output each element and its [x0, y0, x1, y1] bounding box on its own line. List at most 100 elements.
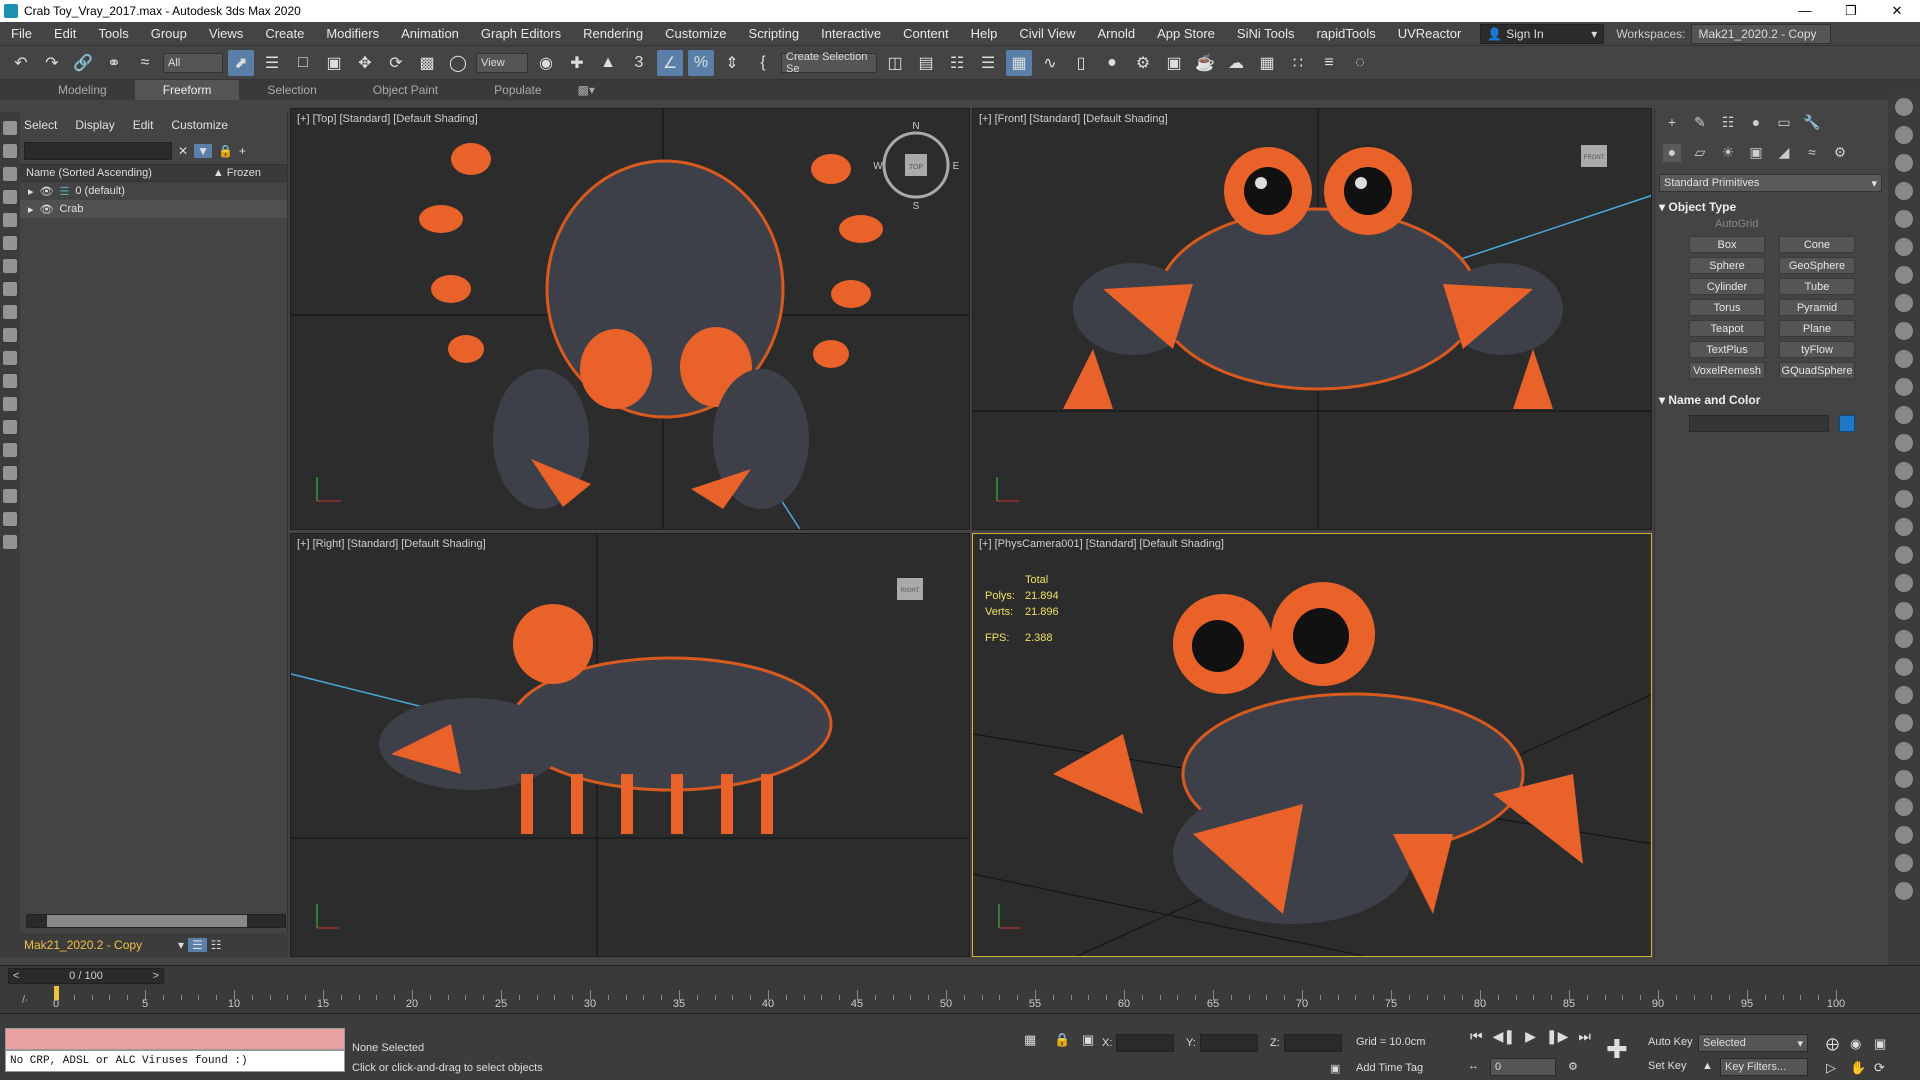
auto-key-button[interactable]: Auto Key	[1648, 1036, 1693, 1048]
curve-editor-icon[interactable]: ∿	[1037, 50, 1063, 76]
name-color-rollout[interactable]: ▾ Name and Color	[1659, 393, 1882, 407]
modify-tab-icon[interactable]: ✎	[1691, 114, 1709, 132]
cameras-icon[interactable]: ▣	[1747, 144, 1765, 162]
pan-icon[interactable]: ✋	[1850, 1060, 1866, 1076]
z-input[interactable]	[1283, 1034, 1342, 1052]
display-groups-icon[interactable]	[3, 282, 17, 296]
go-to-start-icon[interactable]: ⏮	[1470, 1028, 1483, 1045]
render-in-cloud-icon[interactable]: ☁	[1223, 50, 1249, 76]
tool-2-icon[interactable]	[1895, 126, 1913, 144]
menu-scripting[interactable]: Scripting	[738, 26, 811, 41]
menu-uvreactor[interactable]: UVReactor	[1387, 26, 1473, 41]
tyflow-button[interactable]: tyFlow	[1779, 341, 1855, 358]
tool-22-icon[interactable]	[1895, 686, 1913, 704]
workspace-label[interactable]: Mak21_2020.2 - Copy	[24, 938, 174, 952]
scene-search-input[interactable]	[24, 142, 172, 160]
utilities-tab-icon[interactable]: 🔧	[1803, 114, 1821, 132]
render-setup-icon[interactable]: ⚙	[1130, 50, 1156, 76]
help-icon[interactable]	[1895, 882, 1913, 900]
menu-rendering[interactable]: Rendering	[572, 26, 654, 41]
tool-13-icon[interactable]	[1895, 434, 1913, 452]
display-tab-icon[interactable]: ▭	[1775, 114, 1793, 132]
current-frame-input[interactable]: 0	[1490, 1058, 1556, 1076]
time-slider[interactable]: < 0 / 100 >	[8, 968, 164, 984]
tool-20-icon[interactable]	[1895, 630, 1913, 648]
menu-civil-view[interactable]: Civil View	[1008, 26, 1086, 41]
display-all-icon[interactable]	[3, 420, 17, 434]
textplus-button[interactable]: TextPlus	[1689, 341, 1765, 358]
display-geometry-icon[interactable]	[3, 144, 17, 158]
invert-display-icon[interactable]	[3, 466, 17, 480]
display-hidden-icon[interactable]	[3, 397, 17, 411]
se-menu-display[interactable]: Display	[75, 118, 114, 132]
funnel-icon[interactable]	[3, 512, 17, 526]
menu-edit[interactable]: Edit	[43, 26, 87, 41]
field-of-view-icon[interactable]: ▷	[1826, 1060, 1836, 1076]
maxscript-input[interactable]	[5, 1028, 345, 1050]
percent-snap-icon[interactable]: %	[688, 49, 714, 76]
viewport-label[interactable]: [+] [Front] [Standard] [Default Shading]	[979, 113, 1168, 125]
manipulate-icon[interactable]: ✚	[564, 50, 590, 76]
redo-icon[interactable]: ↷	[39, 50, 65, 76]
maximize-button[interactable]: ❐	[1828, 3, 1874, 19]
hierarchy-icon[interactable]: ☷	[211, 938, 222, 952]
named-selection-set-dropdown[interactable]: Create Selection Se	[781, 51, 877, 75]
tool-21-icon[interactable]	[1895, 658, 1913, 676]
menu-animation[interactable]: Animation	[390, 26, 470, 41]
filter-icon[interactable]: ▼	[194, 144, 212, 158]
mirror-icon[interactable]: ◫	[882, 50, 908, 76]
menu-customize[interactable]: Customize	[654, 26, 737, 41]
menu-app-store[interactable]: App Store	[1146, 26, 1226, 41]
spinner-snap-icon[interactable]: ⇕	[719, 50, 745, 76]
maxscript-listener[interactable]: No CRP, ADSL or ALC Viruses found :)	[5, 1028, 345, 1074]
move-icon[interactable]: ✥	[352, 50, 378, 76]
teapot-button[interactable]: Teapot	[1689, 320, 1765, 337]
display-shapes-icon[interactable]	[3, 167, 17, 181]
close-button[interactable]: ✕	[1874, 3, 1920, 19]
tool-9-icon[interactable]	[1895, 322, 1913, 340]
link-icon[interactable]: 🔗	[70, 50, 96, 76]
box-button[interactable]: Box	[1689, 236, 1765, 253]
viewport-front[interactable]: FRONT [+] [Front] [Standard] [Default Sh…	[972, 108, 1652, 530]
tool-26-icon[interactable]	[1895, 798, 1913, 816]
tool-19-icon[interactable]	[1895, 602, 1913, 620]
tool-16-icon[interactable]	[1895, 518, 1913, 536]
systems-icon[interactable]: ⚙	[1831, 144, 1849, 162]
y-input[interactable]	[1199, 1034, 1258, 1052]
object-color-swatch[interactable]	[1839, 415, 1855, 432]
selection-lock-icon[interactable]: 🔒	[1054, 1032, 1070, 1048]
workspace-dropdown[interactable]: Mak21_2020.2 - Copy	[1691, 23, 1832, 44]
ribbon-options-icon[interactable]: ▩▾	[570, 80, 603, 100]
display-lights-icon[interactable]	[3, 190, 17, 204]
display-none-toggle-icon[interactable]	[3, 443, 17, 457]
tool-6-icon[interactable]	[1895, 238, 1913, 256]
isolate-selection-icon[interactable]: ▦	[1024, 1032, 1036, 1048]
viewcube[interactable]: FRONT	[1581, 145, 1607, 167]
reference-coord-dropdown[interactable]: View	[476, 52, 528, 73]
add-layer-icon[interactable]: +	[239, 144, 246, 158]
tool-11-icon[interactable]	[1895, 378, 1913, 396]
se-menu-select[interactable]: Select	[24, 118, 57, 132]
geosphere-button[interactable]: GeoSphere	[1779, 257, 1855, 274]
next-frame-icon[interactable]: ❚▶	[1546, 1028, 1569, 1045]
autogrid-checkbox[interactable]: AutoGrid	[1715, 218, 1826, 230]
menu-content[interactable]: Content	[892, 26, 960, 41]
column-frozen[interactable]: ▲ Frozen	[213, 167, 261, 179]
sphere-button[interactable]: Sphere	[1689, 257, 1765, 274]
undo-icon[interactable]: ↶	[8, 50, 34, 76]
select-by-name-icon[interactable]: ☰	[259, 50, 285, 76]
bind-space-warp-icon[interactable]: ≈	[132, 50, 158, 76]
lock-icon[interactable]: 🔒	[218, 144, 233, 158]
add-time-tag-icon[interactable]: ▣	[1330, 1062, 1340, 1075]
rect-selection-icon[interactable]: □	[290, 50, 316, 76]
tool-8-icon[interactable]	[1895, 294, 1913, 312]
display-containers-icon[interactable]	[3, 351, 17, 365]
expand-arrow-icon[interactable]: ▸	[28, 185, 34, 198]
angle-snap-icon[interactable]: ∠	[657, 49, 683, 76]
key-filters-button[interactable]: Key Filters...	[1720, 1058, 1808, 1076]
menu-modifiers[interactable]: Modifiers	[315, 26, 390, 41]
time-configuration-icon[interactable]: ⚙	[1568, 1060, 1578, 1073]
eye-icon[interactable]: 👁	[40, 203, 54, 216]
helpers-icon[interactable]: ◢	[1775, 144, 1793, 162]
tool-23-icon[interactable]	[1895, 714, 1913, 732]
